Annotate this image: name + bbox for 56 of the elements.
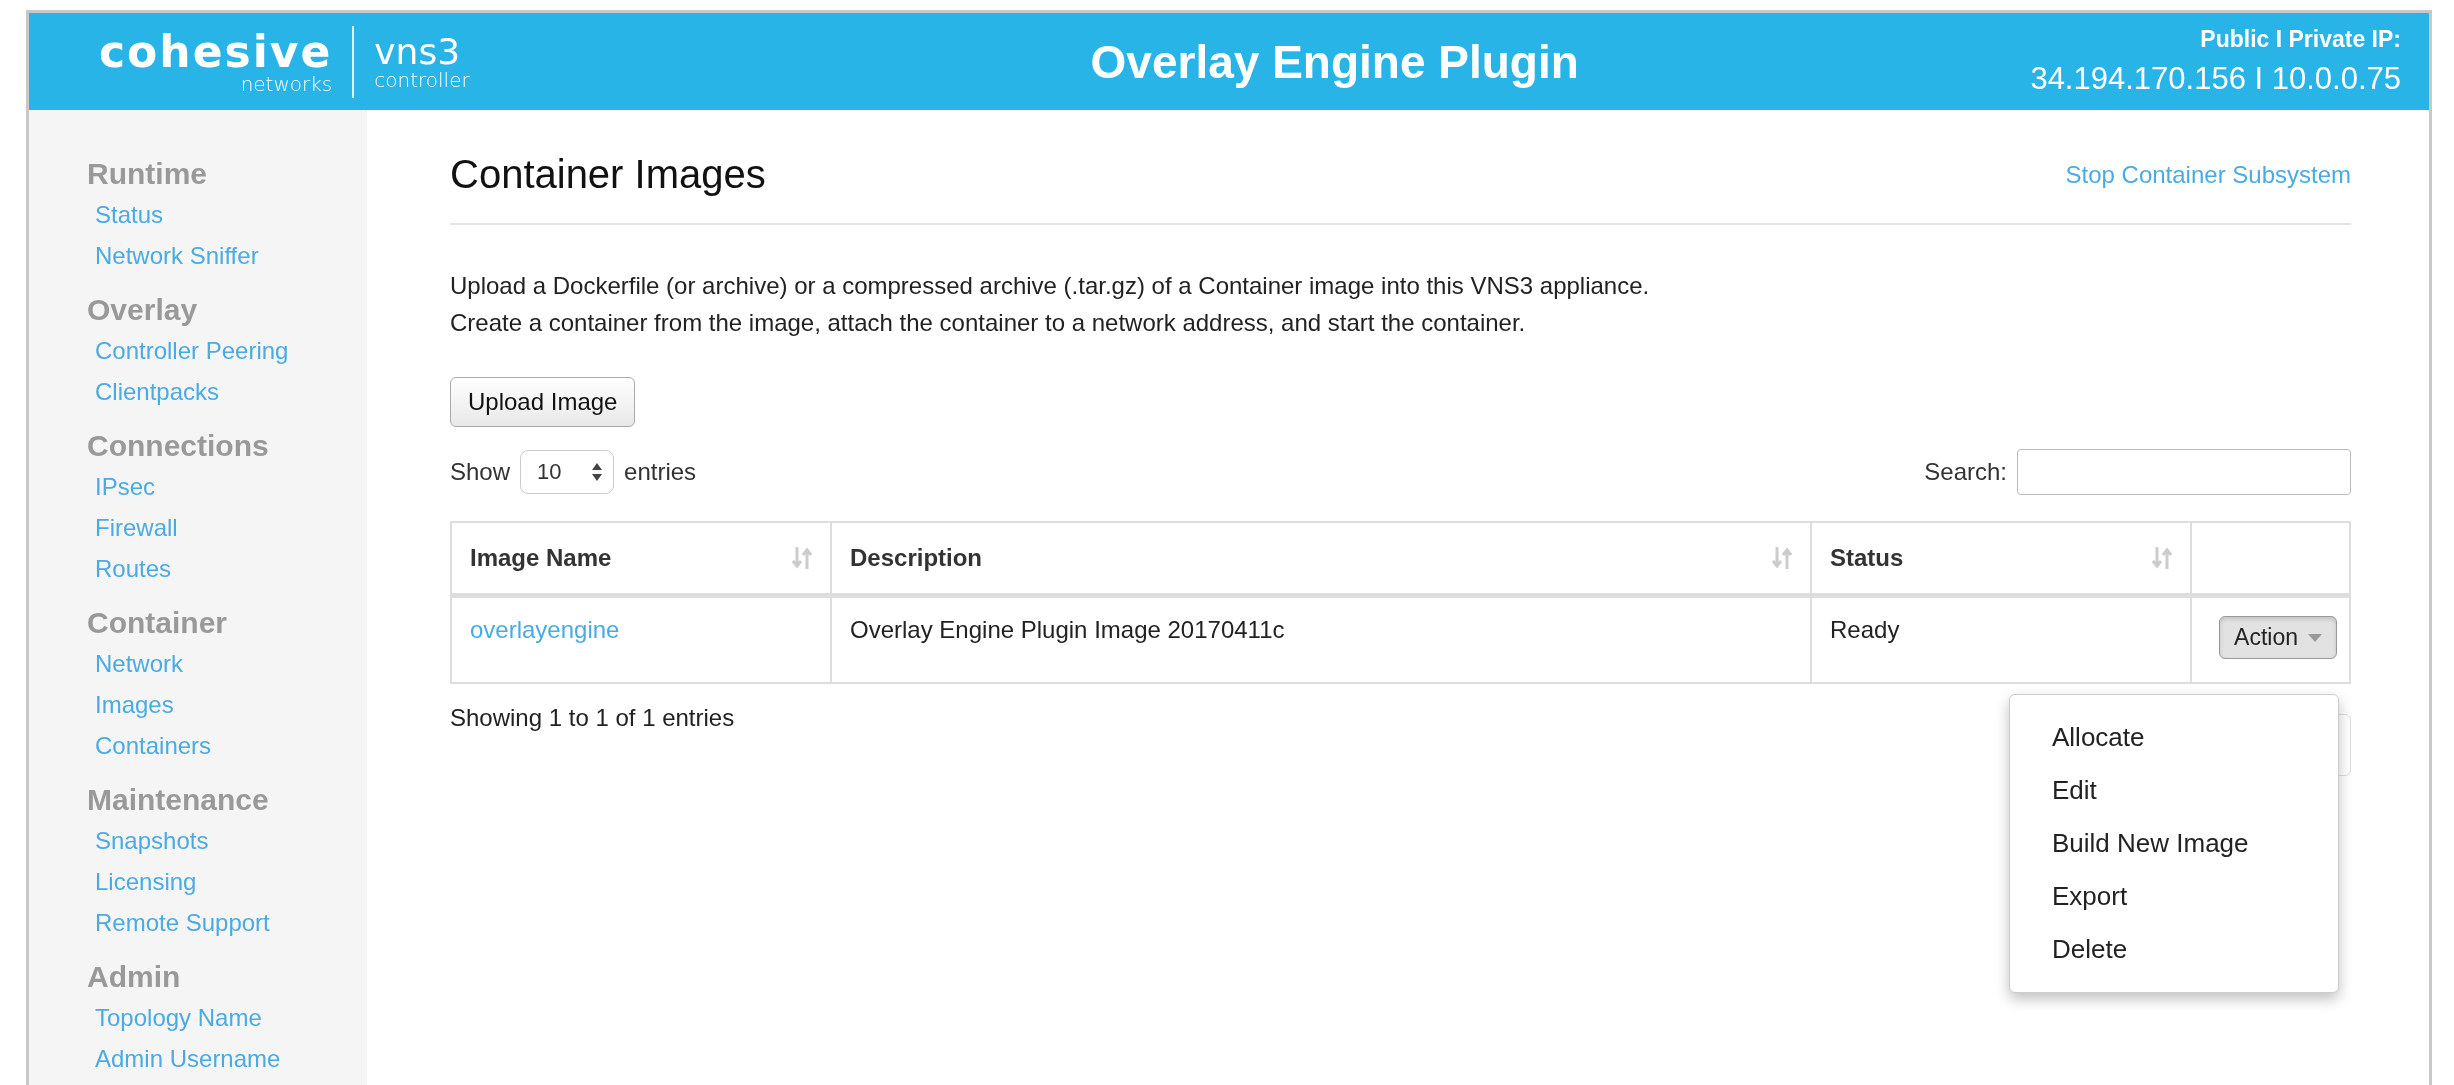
page-header-title: Overlay Engine Plugin	[1089, 34, 1580, 89]
column-header[interactable]: Image Name	[452, 523, 832, 598]
sidebar-link[interactable]: Licensing	[87, 861, 367, 902]
sidebar-link[interactable]: Network Sniffer	[87, 235, 367, 276]
sidebar-heading: Maintenance	[87, 782, 270, 818]
menu-item[interactable]: Build New Image	[2010, 817, 2338, 870]
sidebar-link[interactable]: Topology Name	[87, 997, 367, 1038]
stop-subsystem-link[interactable]: Stop Container Subsystem	[2065, 160, 2351, 189]
sidebar-link[interactable]: Images	[87, 684, 367, 725]
sidebar-link[interactable]: IPsec	[87, 466, 367, 507]
page-title: Container Images	[450, 152, 766, 197]
sidebar-link[interactable]: Admin Username	[87, 1038, 367, 1079]
menu-item[interactable]: Delete	[2010, 923, 2338, 976]
table-cell: Overlay Engine Plugin Image 20170411c	[850, 616, 1285, 643]
image-name-link[interactable]: overlayengine	[470, 616, 620, 643]
entries-label: entries	[624, 458, 697, 486]
table-cell: Ready	[1830, 616, 1900, 643]
table-info: Showing 1 to 1 of 1 entries	[450, 704, 735, 732]
spinner-arrows-icon	[591, 462, 604, 482]
logo-brand: cohesive	[99, 29, 333, 74]
sidebar-link[interactable]: Routes	[87, 548, 367, 589]
caret-icon	[2308, 633, 2322, 642]
sidebar-heading: Connections	[87, 428, 270, 464]
menu-item[interactable]: Allocate	[2010, 711, 2338, 764]
sidebar-link[interactable]: Network	[87, 643, 367, 684]
sidebar-heading: Container	[87, 605, 228, 641]
sidebar-link[interactable]: Clientpacks	[87, 371, 367, 412]
sidebar-link[interactable]: Firewall	[87, 507, 367, 548]
product-name: vns3	[374, 33, 462, 70]
sort-icon	[2152, 546, 2172, 570]
sidebar-heading: Runtime	[87, 156, 208, 192]
product-subtitle: controller	[374, 69, 470, 90]
entries-select[interactable]: 10	[520, 450, 615, 494]
show-label: Show	[450, 458, 511, 486]
ip-address: 34.194.170.156 I 10.0.0.75	[2030, 61, 2401, 97]
column-header[interactable]: Description	[832, 523, 1812, 598]
sidebar-link[interactable]: Controller Peering	[87, 330, 367, 371]
sidebar-link[interactable]: Remote Support	[87, 902, 367, 943]
sidebar-link[interactable]: Containers	[87, 725, 367, 766]
menu-item[interactable]: Export	[2010, 870, 2338, 923]
action-button[interactable]: Action	[2219, 616, 2337, 659]
sort-icon	[1772, 546, 1792, 570]
ip-label: Public I Private IP:	[2200, 26, 2401, 53]
column-header[interactable]: Status	[1812, 523, 2192, 598]
sort-icon	[792, 546, 812, 570]
logo-subtitle: networks	[240, 73, 333, 94]
description-text: Upload a Dockerfile (or archive) or a compressed archive (.tar.gz) of a Container image into this VNS3 appliance.	[450, 271, 1651, 301]
sidebar-heading: Admin	[87, 959, 182, 995]
sidebar-heading: Overlay	[87, 292, 199, 328]
search-label: Search:	[1924, 458, 2007, 486]
sidebar-link[interactable]: Snapshots	[87, 820, 367, 861]
menu-item[interactable]: Edit	[2010, 764, 2338, 817]
description-text: Create a container from the image, attach the container to a network address, and start the container.	[450, 308, 1527, 338]
sidebar-link[interactable]: Status	[87, 194, 367, 235]
search-field[interactable]	[2017, 449, 2351, 495]
upload-button[interactable]: Upload Image	[450, 377, 636, 427]
